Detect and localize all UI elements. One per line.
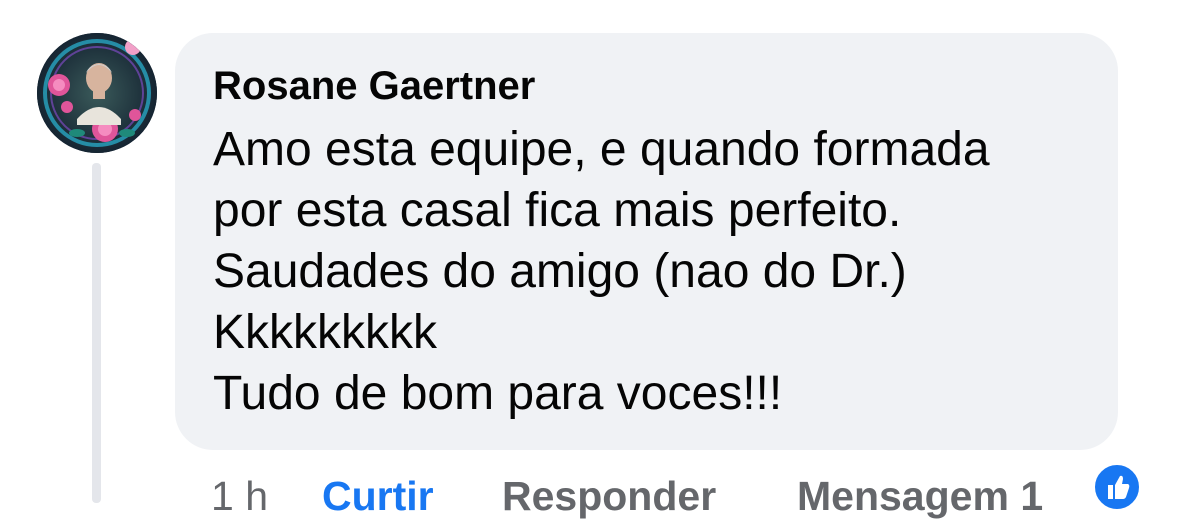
comment-line: Amo esta equipe, e quando formada: [213, 123, 990, 176]
thread-connector-line: [92, 163, 101, 503]
avatar-image: [37, 33, 157, 153]
comment-line: Saudades do amigo (nao do Dr.): [213, 245, 907, 298]
like-button[interactable]: Curtir: [322, 466, 434, 526]
comment-timestamp[interactable]: 1 h: [211, 466, 268, 526]
thumbs-up-icon[interactable]: [1092, 462, 1142, 512]
comment-line: por esta casal fica mais perfeito.: [213, 184, 902, 237]
comment-line: Kkkkkkkkk: [213, 306, 438, 359]
avatar[interactable]: [37, 33, 157, 153]
comment-line: Tudo de bom para voces!!!: [213, 367, 783, 420]
message-button[interactable]: Mensagem 1: [797, 466, 1043, 526]
reaction-count: 1: [1020, 473, 1044, 519]
comment-bubble: Rosane Gaertner Amo esta equipe, e quand…: [175, 33, 1118, 450]
comment-author[interactable]: Rosane Gaertner: [213, 63, 535, 109]
message-label: Mensagem: [797, 473, 1009, 519]
comment-text: Amo esta equipe, e quando formada por es…: [213, 119, 990, 424]
reply-button[interactable]: Responder: [502, 466, 716, 526]
